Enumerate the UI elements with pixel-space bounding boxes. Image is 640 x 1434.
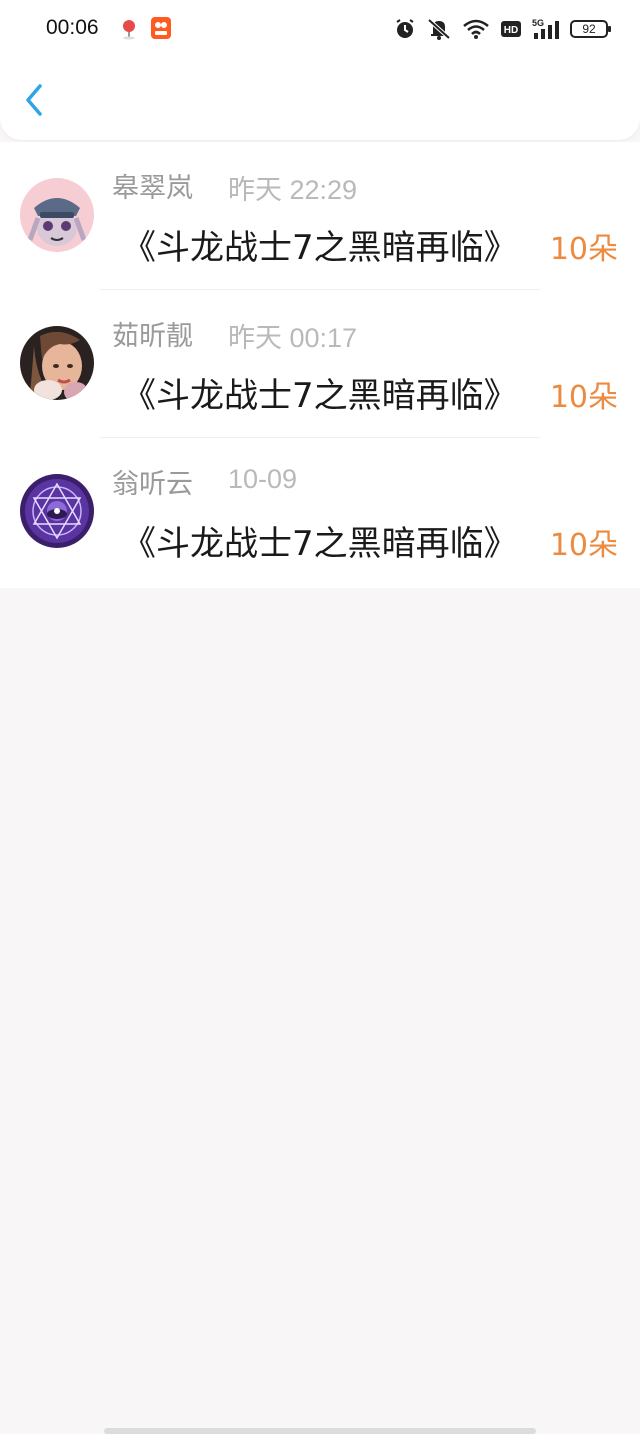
bell-muted-icon bbox=[427, 18, 451, 40]
wifi-icon bbox=[463, 19, 489, 39]
alarm-icon bbox=[396, 19, 414, 38]
timestamp: 10-09 bbox=[228, 464, 298, 494]
show-title: 《斗龙战士7之黑暗再临》 bbox=[122, 228, 518, 268]
battery-icon: 92 bbox=[570, 20, 611, 38]
list-item[interactable]: 翁听云 10-09 《斗龙战士7之黑暗再临》 10朵 bbox=[0, 438, 640, 586]
back-button[interactable] bbox=[14, 78, 54, 122]
gift-count: 10朵 bbox=[549, 380, 618, 415]
timestamp: 昨天 00:17 bbox=[228, 323, 358, 353]
timestamp: 昨天 22:29 bbox=[228, 175, 358, 205]
avatar[interactable] bbox=[20, 474, 94, 548]
gift-record-list: 皋翠岚 昨天 22:29 《斗龙战士7之黑暗再临》 10朵 茹昕靓 昨天 00:… bbox=[0, 142, 640, 588]
list-item[interactable]: 皋翠岚 昨天 22:29 《斗龙战士7之黑暗再临》 10朵 bbox=[0, 142, 640, 290]
header bbox=[0, 58, 640, 140]
gift-count: 10朵 bbox=[549, 528, 618, 563]
status-bar: 00:06 HD 5G 92 bbox=[0, 0, 640, 58]
hd-icon: HD bbox=[501, 21, 521, 37]
svg-text:HD: HD bbox=[504, 25, 518, 36]
gift-count: 10朵 bbox=[549, 232, 618, 267]
home-indicator[interactable] bbox=[104, 1428, 536, 1434]
chevron-left-icon bbox=[26, 84, 42, 116]
show-title: 《斗龙战士7之黑暗再临》 bbox=[122, 376, 518, 416]
sender-name: 翁听云 bbox=[112, 469, 193, 500]
avatar[interactable] bbox=[20, 178, 94, 252]
sender-name: 茹昕靓 bbox=[112, 321, 193, 352]
avatar[interactable] bbox=[20, 326, 94, 400]
app-notification-icon bbox=[150, 16, 172, 40]
status-time: 00:06 bbox=[46, 16, 99, 39]
location-pin-icon bbox=[120, 18, 138, 40]
signal-5g-icon: 5G bbox=[532, 18, 559, 39]
sender-name: 皋翠岚 bbox=[112, 173, 193, 204]
show-title: 《斗龙战士7之黑暗再临》 bbox=[122, 524, 518, 564]
svg-text:5G: 5G bbox=[532, 18, 544, 28]
list-item[interactable]: 茹昕靓 昨天 00:17 《斗龙战士7之黑暗再临》 10朵 bbox=[0, 290, 640, 438]
status-icons: HD 5G 92 bbox=[394, 16, 611, 42]
